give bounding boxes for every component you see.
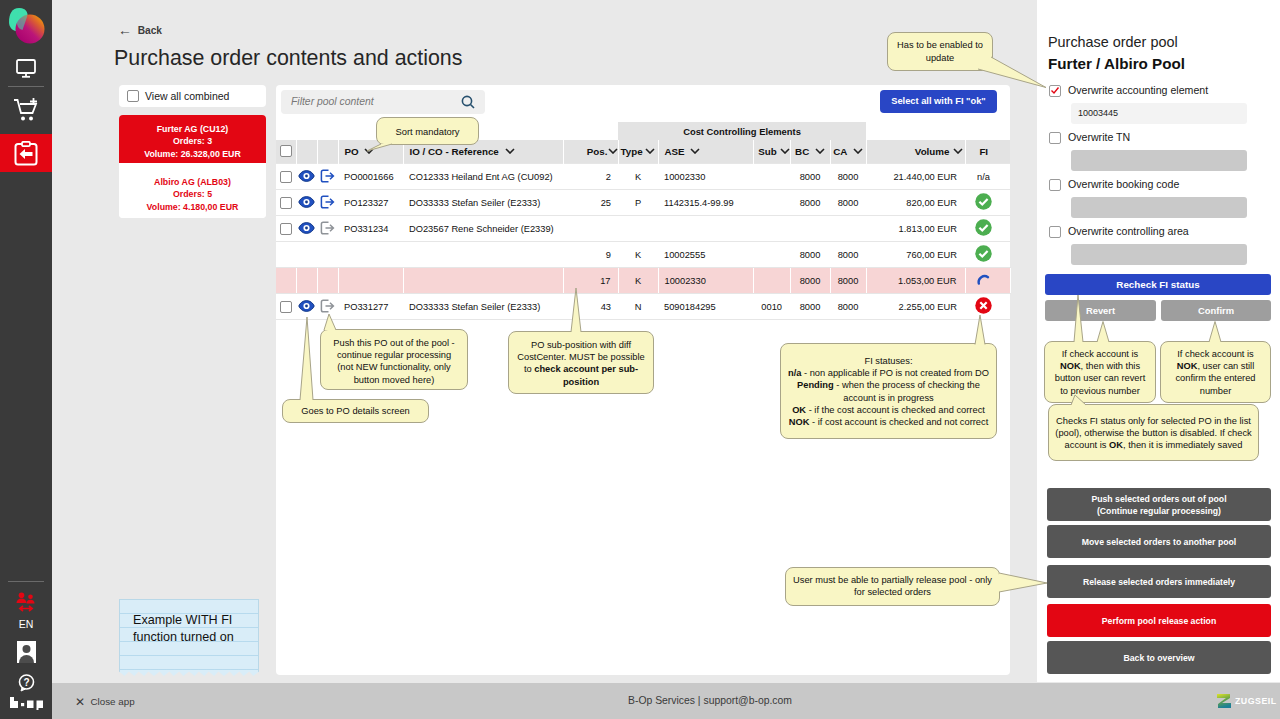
svg-text:?: ? [23, 677, 29, 688]
